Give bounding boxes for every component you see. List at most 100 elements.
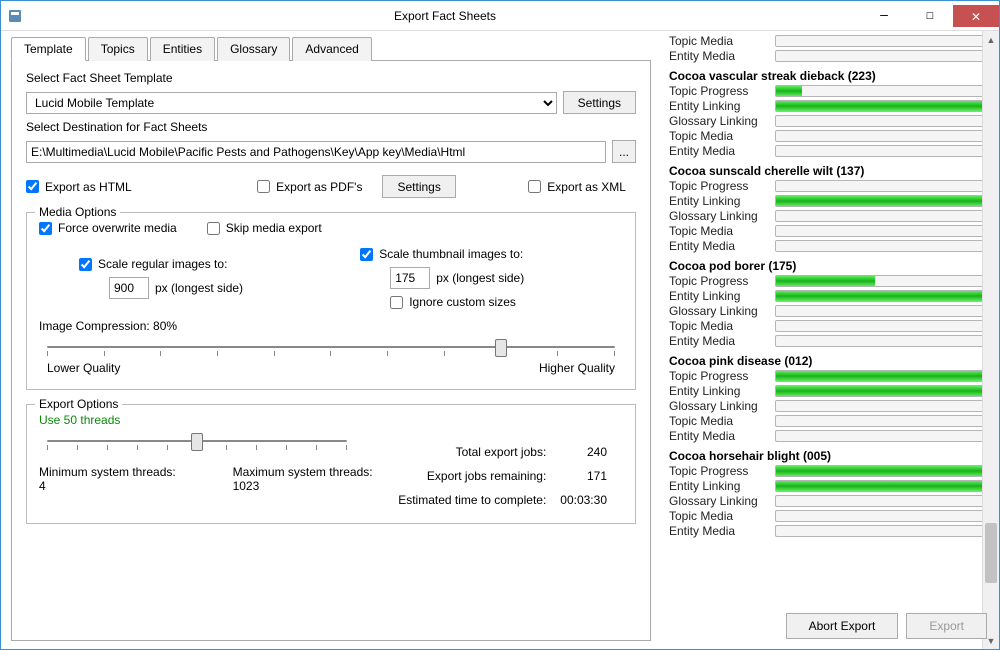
scale-thumb-label: Scale thumbnail images to:	[379, 247, 523, 261]
pdf-settings-button[interactable]: Settings	[382, 175, 455, 198]
media-options-group-title: Media Options	[35, 205, 120, 219]
progress-row: Topic Progress	[669, 369, 997, 383]
progress-row: Entity Media	[669, 524, 997, 538]
tab-glossary[interactable]: Glossary	[217, 37, 290, 61]
minimize-button[interactable]: —	[861, 5, 907, 27]
progress-bar	[775, 50, 997, 62]
progress-row: Topic Media	[669, 224, 997, 238]
progress-bar	[775, 525, 997, 537]
progress-row-label: Entity Media	[669, 524, 769, 538]
progress-row-label: Entity Linking	[669, 479, 769, 493]
progress-row: Glossary Linking	[669, 399, 997, 413]
progress-bar	[775, 495, 997, 507]
progress-row-label: Topic Media	[669, 509, 769, 523]
higher-quality-label: Higher Quality	[539, 361, 615, 375]
skip-media-checkbox[interactable]	[207, 222, 220, 235]
scroll-up-icon[interactable]: ▲	[983, 31, 999, 48]
scale-regular-input[interactable]	[109, 277, 149, 299]
destination-label: Select Destination for Fact Sheets	[26, 120, 636, 134]
progress-item-title: Cocoa pink disease (012)	[669, 354, 997, 368]
export-pdf-checkbox[interactable]	[257, 180, 270, 193]
progress-bar	[775, 385, 997, 397]
progress-row: Topic Progress	[669, 464, 997, 478]
progress-bar	[775, 210, 997, 222]
tab-template[interactable]: Template	[11, 37, 86, 61]
progress-row-label: Glossary Linking	[669, 494, 769, 508]
progress-row: Glossary Linking	[669, 304, 997, 318]
template-select[interactable]: Lucid Mobile Template	[26, 92, 557, 114]
progress-bar	[775, 225, 997, 237]
progress-row: Topic Progress	[669, 84, 997, 98]
progress-bar	[775, 35, 997, 47]
close-button[interactable]: ✕	[953, 5, 999, 27]
progress-bar	[775, 430, 997, 442]
scale-thumb-unit: px (longest side)	[436, 271, 524, 285]
export-html-label: Export as HTML	[45, 180, 132, 194]
progress-row: Topic Media	[669, 319, 997, 333]
progress-bar	[775, 335, 997, 347]
progress-row: Topic Media	[669, 34, 997, 48]
progress-row-label: Topic Progress	[669, 464, 769, 478]
progress-row-label: Topic Media	[669, 414, 769, 428]
progress-row-label: Topic Media	[669, 224, 769, 238]
progress-row: Topic Media	[669, 509, 997, 523]
progress-row-label: Entity Linking	[669, 99, 769, 113]
abort-export-button[interactable]: Abort Export	[786, 613, 899, 639]
progress-bar	[775, 305, 997, 317]
progress-bar	[775, 320, 997, 332]
progress-row: Topic Progress	[669, 179, 997, 193]
app-icon	[1, 8, 29, 24]
scale-regular-unit: px (longest side)	[155, 281, 243, 295]
export-button[interactable]: Export	[906, 613, 987, 639]
progress-row-label: Topic Progress	[669, 369, 769, 383]
progress-row: Entity Media	[669, 334, 997, 348]
export-html-checkbox[interactable]	[26, 180, 39, 193]
progress-row: Glossary Linking	[669, 114, 997, 128]
scale-regular-checkbox[interactable]	[79, 258, 92, 271]
ignore-custom-checkbox[interactable]	[390, 296, 403, 309]
scale-thumb-checkbox[interactable]	[360, 248, 373, 261]
progress-bar	[775, 290, 997, 302]
progress-bar	[775, 240, 997, 252]
progress-bar	[775, 510, 997, 522]
threads-slider[interactable]	[47, 431, 347, 451]
progress-item-title: Cocoa horsehair blight (005)	[669, 449, 997, 463]
tab-advanced[interactable]: Advanced	[292, 37, 371, 61]
min-threads-label: Minimum system threads: 4	[39, 465, 183, 493]
progress-row: Entity Media	[669, 144, 997, 158]
tab-entities[interactable]: Entities	[150, 37, 215, 61]
force-overwrite-checkbox[interactable]	[39, 222, 52, 235]
window-title: Export Fact Sheets	[29, 9, 861, 23]
progress-row: Glossary Linking	[669, 494, 997, 508]
scale-thumb-input[interactable]	[390, 267, 430, 289]
progress-row-label: Topic Media	[669, 319, 769, 333]
progress-row-label: Topic Progress	[669, 179, 769, 193]
tab-topics[interactable]: Topics	[88, 37, 148, 61]
destination-input[interactable]	[26, 141, 606, 163]
scroll-thumb[interactable]	[985, 523, 997, 583]
progress-bar	[775, 130, 997, 142]
progress-row: Entity Linking	[669, 384, 997, 398]
browse-button[interactable]: ...	[612, 140, 636, 163]
export-pdf-label: Export as PDF's	[276, 180, 362, 194]
progress-row-label: Topic Progress	[669, 274, 769, 288]
progress-row-label: Entity Media	[669, 144, 769, 158]
compression-slider[interactable]	[47, 337, 615, 357]
force-overwrite-label: Force overwrite media	[58, 221, 177, 235]
progress-bar	[775, 115, 997, 127]
compression-label: Image Compression: 80%	[39, 319, 623, 333]
max-threads-label: Maximum system threads: 1023	[233, 465, 399, 493]
progress-row: Topic Media	[669, 414, 997, 428]
progress-bar	[775, 480, 997, 492]
progress-bar	[775, 275, 997, 287]
progress-bar	[775, 180, 997, 192]
progress-row-label: Topic Media	[669, 129, 769, 143]
maximize-button[interactable]: ☐	[907, 5, 953, 27]
template-settings-button[interactable]: Settings	[563, 91, 636, 114]
progress-row-label: Topic Media	[669, 34, 769, 48]
progress-row-label: Topic Progress	[669, 84, 769, 98]
progress-scrollbar[interactable]: ▲ ▼	[982, 31, 999, 649]
progress-row-label: Glossary Linking	[669, 304, 769, 318]
progress-bar	[775, 465, 997, 477]
export-xml-checkbox[interactable]	[528, 180, 541, 193]
